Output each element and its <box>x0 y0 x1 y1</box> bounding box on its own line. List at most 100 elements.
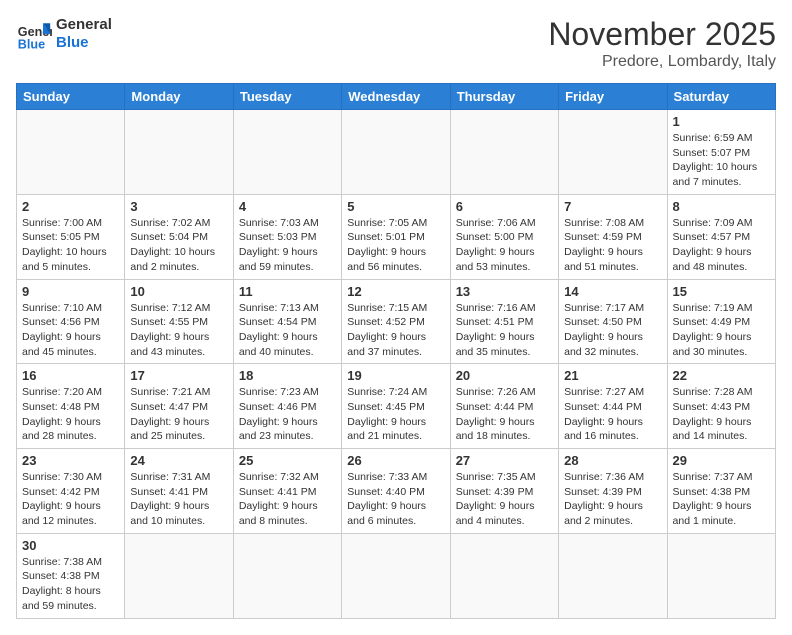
table-row: 9Sunrise: 7:10 AM Sunset: 4:56 PM Daylig… <box>17 279 125 364</box>
table-row: 21 Sunrise: 7:27 AM Sunset: 4:44 PM Dayli… <box>559 364 667 449</box>
day-info: Sunrise: 7:26 AM Sunset: 4:44 PM Dayligh… <box>456 385 553 444</box>
col-wednesday: Wednesday <box>342 84 450 110</box>
table-row: 8 Sunrise: 7:09 AM Sunset: 4:57 PM Daylig… <box>667 194 775 279</box>
calendar-week-row: 9Sunrise: 7:10 AM Sunset: 4:56 PM Daylig… <box>17 279 776 364</box>
day-info: Sunrise: 7:38 AM Sunset: 4:38 PM Dayligh… <box>22 555 119 614</box>
table-row: 27 Sunrise: 7:35 AM Sunset: 4:39 PM Dayli… <box>450 449 558 534</box>
table-row <box>17 110 125 195</box>
table-row: 16 Sunrise: 7:20 AM Sunset: 4:48 PM Dayli… <box>17 364 125 449</box>
location-subtitle: Predore, Lombardy, Italy <box>548 53 776 71</box>
table-row <box>342 533 450 618</box>
table-row: 19 Sunrise: 7:24 AM Sunset: 4:45 PM Dayli… <box>342 364 450 449</box>
table-row: 3Sunrise: 7:02 AM Sunset: 5:04 PM Daylig… <box>125 194 233 279</box>
day-info: Sunrise: 7:02 AM Sunset: 5:04 PM Dayligh… <box>130 216 227 275</box>
logo-blue-text: Blue <box>56 34 112 52</box>
table-row: 18Sunrise: 7:23 AM Sunset: 4:46 PM Dayli… <box>233 364 341 449</box>
day-info: Sunrise: 7:27 AM Sunset: 4:44 PM Dayligh… <box>564 385 661 444</box>
calendar-week-row: 1 Sunrise: 6:59 AM Sunset: 5:07 PM Daylig… <box>17 110 776 195</box>
table-row: 2Sunrise: 7:00 AM Sunset: 5:05 PM Daylig… <box>17 194 125 279</box>
day-info: Sunrise: 7:05 AM Sunset: 5:01 PM Dayligh… <box>347 216 444 275</box>
table-row <box>450 533 558 618</box>
table-row: 22 Sunrise: 7:28 AM Sunset: 4:43 PM Dayli… <box>667 364 775 449</box>
table-row: 20 Sunrise: 7:26 AM Sunset: 4:44 PM Dayli… <box>450 364 558 449</box>
day-number: 29 <box>673 453 770 468</box>
day-info: Sunrise: 7:15 AM Sunset: 4:52 PM Dayligh… <box>347 301 444 360</box>
table-row: 30 Sunrise: 7:38 AM Sunset: 4:38 PM Dayli… <box>17 533 125 618</box>
table-row: 6 Sunrise: 7:06 AM Sunset: 5:00 PM Daylig… <box>450 194 558 279</box>
day-info: Sunrise: 7:32 AM Sunset: 4:41 PM Dayligh… <box>239 470 336 529</box>
logo-general-text: General <box>56 16 112 34</box>
table-row: 26Sunrise: 7:33 AM Sunset: 4:40 PM Dayli… <box>342 449 450 534</box>
day-number: 22 <box>673 368 770 383</box>
page-header: General Blue General Blue November 2025 … <box>16 16 776 71</box>
table-row <box>450 110 558 195</box>
table-row: 15 Sunrise: 7:19 AM Sunset: 4:49 PM Dayli… <box>667 279 775 364</box>
table-row: 14Sunrise: 7:17 AM Sunset: 4:50 PM Dayli… <box>559 279 667 364</box>
day-info: Sunrise: 7:17 AM Sunset: 4:50 PM Dayligh… <box>564 301 661 360</box>
day-number: 6 <box>456 199 553 214</box>
day-info: Sunrise: 7:20 AM Sunset: 4:48 PM Dayligh… <box>22 385 119 444</box>
table-row: 12 Sunrise: 7:15 AM Sunset: 4:52 PM Dayli… <box>342 279 450 364</box>
day-info: Sunrise: 7:37 AM Sunset: 4:38 PM Dayligh… <box>673 470 770 529</box>
table-row <box>342 110 450 195</box>
day-number: 1 <box>673 114 770 129</box>
day-info: Sunrise: 7:16 AM Sunset: 4:51 PM Dayligh… <box>456 301 553 360</box>
day-info: Sunrise: 6:59 AM Sunset: 5:07 PM Dayligh… <box>673 131 770 190</box>
calendar-week-row: 16 Sunrise: 7:20 AM Sunset: 4:48 PM Dayli… <box>17 364 776 449</box>
day-number: 19 <box>347 368 444 383</box>
col-tuesday: Tuesday <box>233 84 341 110</box>
day-number: 7 <box>564 199 661 214</box>
day-info: Sunrise: 7:09 AM Sunset: 4:57 PM Dayligh… <box>673 216 770 275</box>
day-number: 13 <box>456 284 553 299</box>
title-section: November 2025 Predore, Lombardy, Italy <box>548 16 776 71</box>
day-number: 8 <box>673 199 770 214</box>
day-info: Sunrise: 7:36 AM Sunset: 4:39 PM Dayligh… <box>564 470 661 529</box>
calendar-week-row: 2Sunrise: 7:00 AM Sunset: 5:05 PM Daylig… <box>17 194 776 279</box>
col-thursday: Thursday <box>450 84 558 110</box>
table-row <box>233 110 341 195</box>
table-row <box>125 533 233 618</box>
day-number: 21 <box>564 368 661 383</box>
day-info: Sunrise: 7:35 AM Sunset: 4:39 PM Dayligh… <box>456 470 553 529</box>
day-number: 12 <box>347 284 444 299</box>
day-number: 20 <box>456 368 553 383</box>
day-info: Sunrise: 7:28 AM Sunset: 4:43 PM Dayligh… <box>673 385 770 444</box>
day-number: 9 <box>22 284 119 299</box>
day-info: Sunrise: 7:21 AM Sunset: 4:47 PM Dayligh… <box>130 385 227 444</box>
logo: General Blue General Blue <box>16 16 112 52</box>
day-number: 17 <box>130 368 227 383</box>
day-info: Sunrise: 7:24 AM Sunset: 4:45 PM Dayligh… <box>347 385 444 444</box>
day-number: 15 <box>673 284 770 299</box>
day-number: 30 <box>22 538 119 553</box>
day-number: 28 <box>564 453 661 468</box>
col-saturday: Saturday <box>667 84 775 110</box>
day-number: 23 <box>22 453 119 468</box>
day-info: Sunrise: 7:08 AM Sunset: 4:59 PM Dayligh… <box>564 216 661 275</box>
table-row: 5 Sunrise: 7:05 AM Sunset: 5:01 PM Daylig… <box>342 194 450 279</box>
day-info: Sunrise: 7:06 AM Sunset: 5:00 PM Dayligh… <box>456 216 553 275</box>
day-info: Sunrise: 7:19 AM Sunset: 4:49 PM Dayligh… <box>673 301 770 360</box>
table-row: 17 Sunrise: 7:21 AM Sunset: 4:47 PM Dayli… <box>125 364 233 449</box>
table-row: 11Sunrise: 7:13 AM Sunset: 4:54 PM Dayli… <box>233 279 341 364</box>
day-number: 26 <box>347 453 444 468</box>
day-info: Sunrise: 7:23 AM Sunset: 4:46 PM Dayligh… <box>239 385 336 444</box>
table-row: 1 Sunrise: 6:59 AM Sunset: 5:07 PM Daylig… <box>667 110 775 195</box>
day-number: 25 <box>239 453 336 468</box>
svg-text:Blue: Blue <box>18 37 45 51</box>
day-info: Sunrise: 7:13 AM Sunset: 4:54 PM Dayligh… <box>239 301 336 360</box>
table-row: 24Sunrise: 7:31 AM Sunset: 4:41 PM Dayli… <box>125 449 233 534</box>
table-row: 13 Sunrise: 7:16 AM Sunset: 4:51 PM Dayli… <box>450 279 558 364</box>
table-row: 10 Sunrise: 7:12 AM Sunset: 4:55 PM Dayli… <box>125 279 233 364</box>
day-info: Sunrise: 7:00 AM Sunset: 5:05 PM Dayligh… <box>22 216 119 275</box>
col-sunday: Sunday <box>17 84 125 110</box>
day-number: 27 <box>456 453 553 468</box>
table-row <box>125 110 233 195</box>
day-info: Sunrise: 7:12 AM Sunset: 4:55 PM Dayligh… <box>130 301 227 360</box>
col-friday: Friday <box>559 84 667 110</box>
day-number: 10 <box>130 284 227 299</box>
calendar-header-row: Sunday Monday Tuesday Wednesday Thursday… <box>17 84 776 110</box>
day-number: 24 <box>130 453 227 468</box>
table-row: 25 Sunrise: 7:32 AM Sunset: 4:41 PM Dayli… <box>233 449 341 534</box>
day-number: 16 <box>22 368 119 383</box>
day-number: 5 <box>347 199 444 214</box>
